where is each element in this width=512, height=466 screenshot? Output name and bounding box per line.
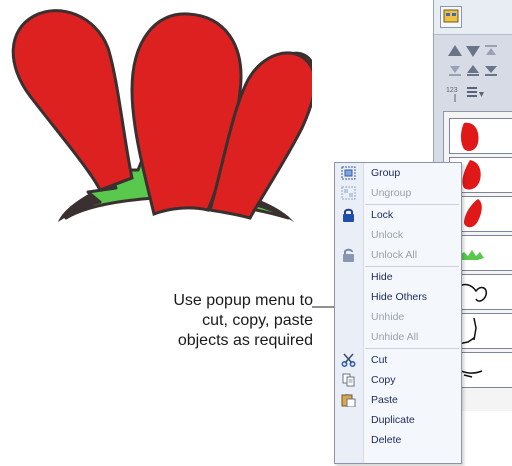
panel-header (434, 0, 512, 35)
menu-item-unlock-all[interactable]: Unlock All (335, 245, 461, 265)
list-view-icon[interactable] (440, 6, 462, 28)
flower-design (11, 9, 312, 222)
paste-icon (341, 393, 356, 408)
context-menu: Group Ungroup Lock Unlock Unlock All Hid… (334, 162, 462, 464)
unlock-all-icon (341, 248, 356, 262)
sequence-number-icon[interactable]: 123 (444, 82, 466, 104)
menu-item-lock[interactable]: Lock (335, 205, 461, 225)
lock-icon (341, 208, 356, 222)
menu-item-unlock[interactable]: Unlock (335, 225, 461, 245)
callout-line-3: objects as required (177, 332, 313, 349)
thumbnail-red-petal-left[interactable] (449, 118, 512, 154)
svg-text:123: 123 (446, 87, 458, 94)
sort-icon[interactable] (464, 82, 486, 104)
scissors-icon (341, 353, 356, 367)
group-icon (341, 166, 356, 180)
callout-line-1: Use popup menu to (173, 292, 313, 309)
menu-separator (365, 348, 459, 349)
move-bottom-icon[interactable] (480, 58, 502, 80)
menu-item-duplicate[interactable]: Duplicate (335, 410, 461, 430)
copy-icon (341, 373, 356, 387)
menu-item-hide[interactable]: Hide (335, 267, 461, 287)
menu-item-group[interactable]: Group (335, 163, 461, 183)
menu-item-delete[interactable]: Delete (335, 430, 461, 450)
menu-item-ungroup[interactable]: Ungroup (335, 183, 461, 203)
menu-item-paste[interactable]: Paste (335, 390, 461, 410)
callout-line-2: cut, copy, paste (202, 312, 313, 329)
menu-item-hide-others[interactable]: Hide Others (335, 287, 461, 307)
menu-item-unhide-all[interactable]: Unhide All (335, 327, 461, 347)
menu-item-cut[interactable]: Cut (335, 350, 461, 370)
ungroup-icon (341, 186, 356, 200)
menu-item-copy[interactable]: Copy (335, 370, 461, 390)
callout-text: Use popup menu to cut, copy, paste objec… (108, 291, 313, 351)
menu-item-unhide[interactable]: Unhide (335, 307, 461, 327)
red-petal-left (11, 9, 134, 192)
